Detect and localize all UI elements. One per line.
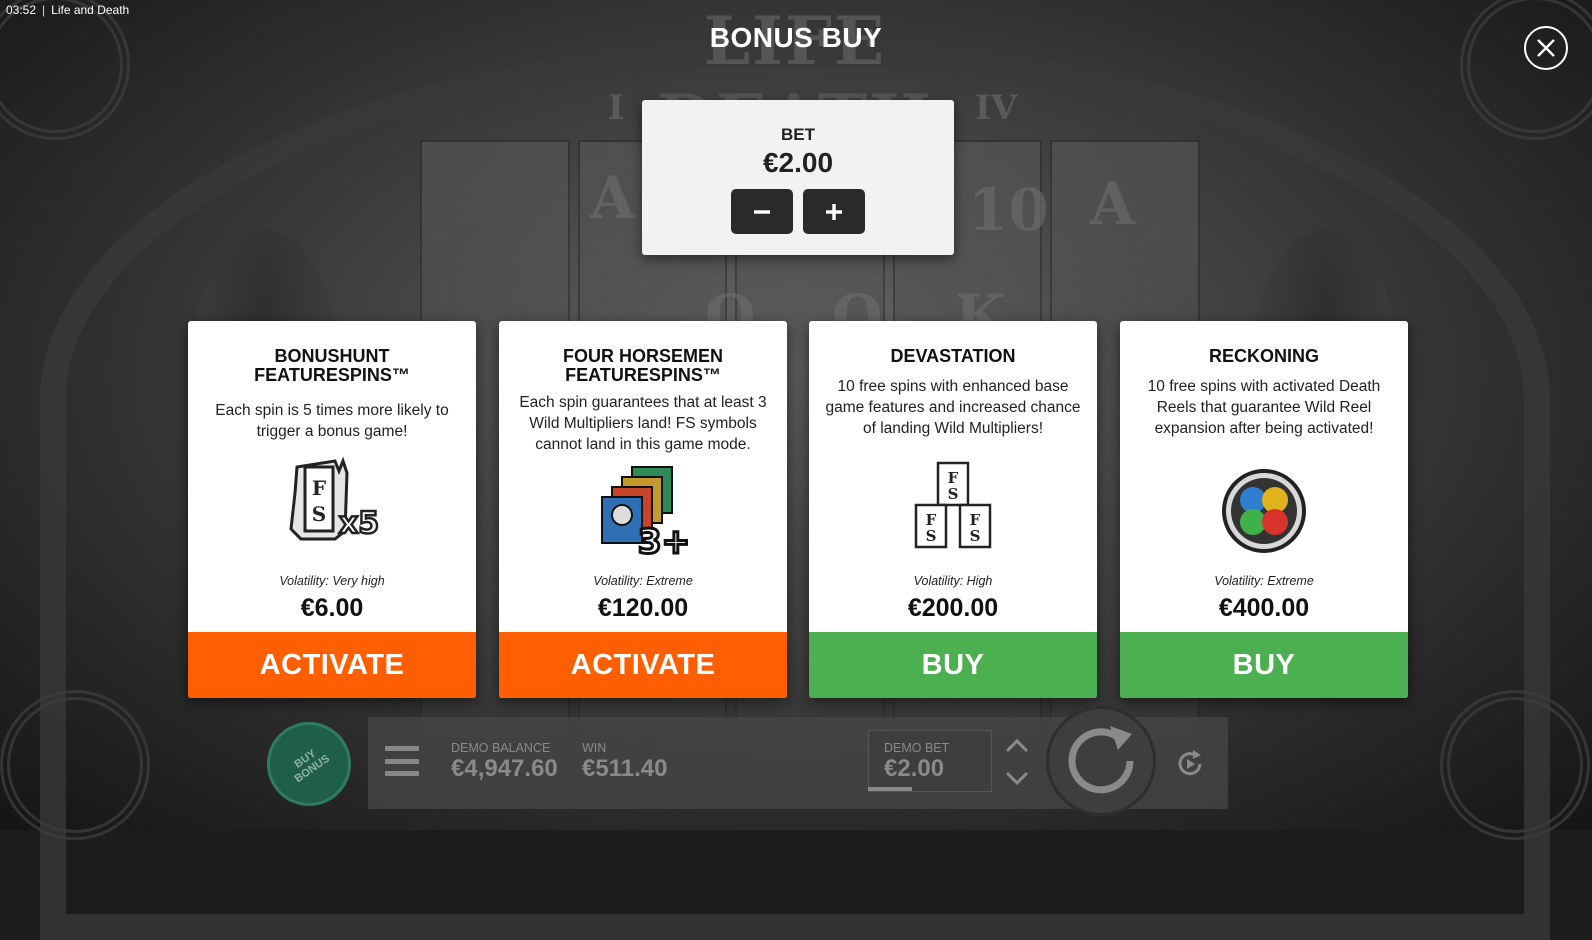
app-title: Life and Death [51, 3, 130, 17]
clock: 03:52 [6, 3, 37, 17]
hamburger-menu-icon [385, 758, 419, 764]
card-volatility: Volatility: Extreme [1214, 574, 1314, 588]
ornament-bottom-right [1440, 690, 1590, 840]
demo-bet-label: DEMO BET [884, 741, 950, 755]
feature-card-reckoning: RECKONING 10 free spins with activated D… [1120, 321, 1408, 698]
svg-text:S: S [926, 527, 937, 545]
feature-card-four-horsemen: FOUR HORSEMEN FEATURESPINS™ Each spin gu… [499, 321, 787, 698]
ornament-top-left [0, 0, 130, 140]
ornament-bottom-left [0, 690, 150, 840]
card-description: Each spin guarantees that at least 3 Wil… [519, 394, 767, 453]
card-price: €6.00 [300, 594, 364, 622]
reel-symbol: A [1090, 170, 1136, 238]
svg-text:S: S [970, 527, 981, 545]
bet-panel: BET €2.00 [642, 100, 954, 255]
activate-button[interactable]: ACTIVATE [499, 632, 787, 698]
card-title: DEVASTATION [890, 346, 1016, 366]
minus-icon [754, 209, 770, 214]
card-price: €120.00 [597, 594, 689, 622]
status-separator: | [42, 3, 46, 17]
demo-bet-indicator [868, 787, 912, 791]
roman-numeral-four: IV [975, 88, 1018, 128]
reel-symbol: 10 [968, 176, 1049, 244]
card-description: Each spin is 5 times more likely to trig… [215, 402, 449, 440]
card-title: RECKONING [1208, 346, 1319, 366]
icon-label: x5 [339, 506, 379, 541]
decrease-bet-button[interactable] [731, 189, 793, 234]
autoplay-icon[interactable] [1174, 748, 1206, 780]
card-description: 10 free spins with activated Death Reels… [1147, 378, 1381, 437]
buy-button[interactable]: BUY [809, 632, 1097, 698]
demo-balance-value: €4,947.60 [451, 755, 558, 782]
close-icon [1537, 39, 1555, 57]
feature-card-devastation: DEVASTATION 10 free spins with enhanced … [809, 321, 1097, 698]
fs-x5-icon: F S x5 [289, 456, 380, 542]
spin-button[interactable] [1046, 706, 1156, 816]
hamburger-menu-icon [385, 746, 419, 751]
svg-text:F: F [312, 476, 326, 500]
activate-button[interactable]: ACTIVATE [188, 632, 476, 698]
card-volatility: Volatility: Extreme [593, 574, 693, 588]
bonus-buy-title: BONUS BUY [709, 22, 883, 53]
increase-bet-button[interactable] [803, 189, 865, 234]
bet-label: BET [781, 125, 815, 144]
hamburger-menu-button[interactable] [385, 746, 419, 776]
svg-text:S: S [948, 485, 959, 503]
demo-balance-label: DEMO BALANCE [451, 741, 551, 755]
demo-bet-value: €2.00 [884, 755, 945, 782]
buy-button[interactable]: BUY [1120, 632, 1408, 698]
svg-text:S: S [312, 502, 326, 526]
bet-down-arrow-icon[interactable] [1004, 768, 1030, 788]
card-volatility: Volatility: Very high [279, 574, 385, 588]
hamburger-menu-icon [385, 771, 419, 776]
status-bar: 03:52 | Life and Death [6, 3, 129, 17]
feature-cards: BONUSHUNT FEATURESPINS™ Each spin is 5 t… [188, 321, 1410, 698]
reel-symbol: A [590, 164, 636, 232]
roman-numeral-one: I [608, 88, 624, 128]
icon-label: 3+ [638, 522, 690, 562]
card-description: 10 free spins with enhanced base game fe… [825, 378, 1081, 437]
win-value: €511.40 [582, 755, 668, 782]
bet-value: €2.00 [762, 147, 834, 178]
plus-icon [826, 203, 842, 220]
feature-card-bonushunt: BONUSHUNT FEATURESPINS™ Each spin is 5 t… [188, 321, 476, 698]
buy-bonus-button[interactable]: BUY BONUS [267, 722, 351, 806]
fs-stack-icon: FS FS FS [914, 461, 992, 549]
card-price: €200.00 [907, 594, 999, 622]
ornament-top-right [1460, 0, 1592, 140]
close-button[interactable] [1524, 26, 1568, 70]
card-title: BONUSHUNT FEATURESPINS™ [254, 346, 410, 385]
spin-icon [1068, 726, 1134, 794]
card-volatility: Volatility: High [913, 574, 993, 588]
four-gems-icon [1222, 469, 1306, 553]
bet-controls [642, 189, 954, 234]
card-title: FOUR HORSEMEN FEATURESPINS™ [562, 346, 723, 385]
buy-bonus-label: BUY BONUS [292, 747, 333, 786]
bet-up-arrow-icon[interactable] [1004, 736, 1030, 756]
card-price: €400.00 [1218, 594, 1310, 622]
horsemen-cards-3plus-icon: 3+ [601, 466, 692, 563]
win-label: WIN [582, 741, 607, 755]
